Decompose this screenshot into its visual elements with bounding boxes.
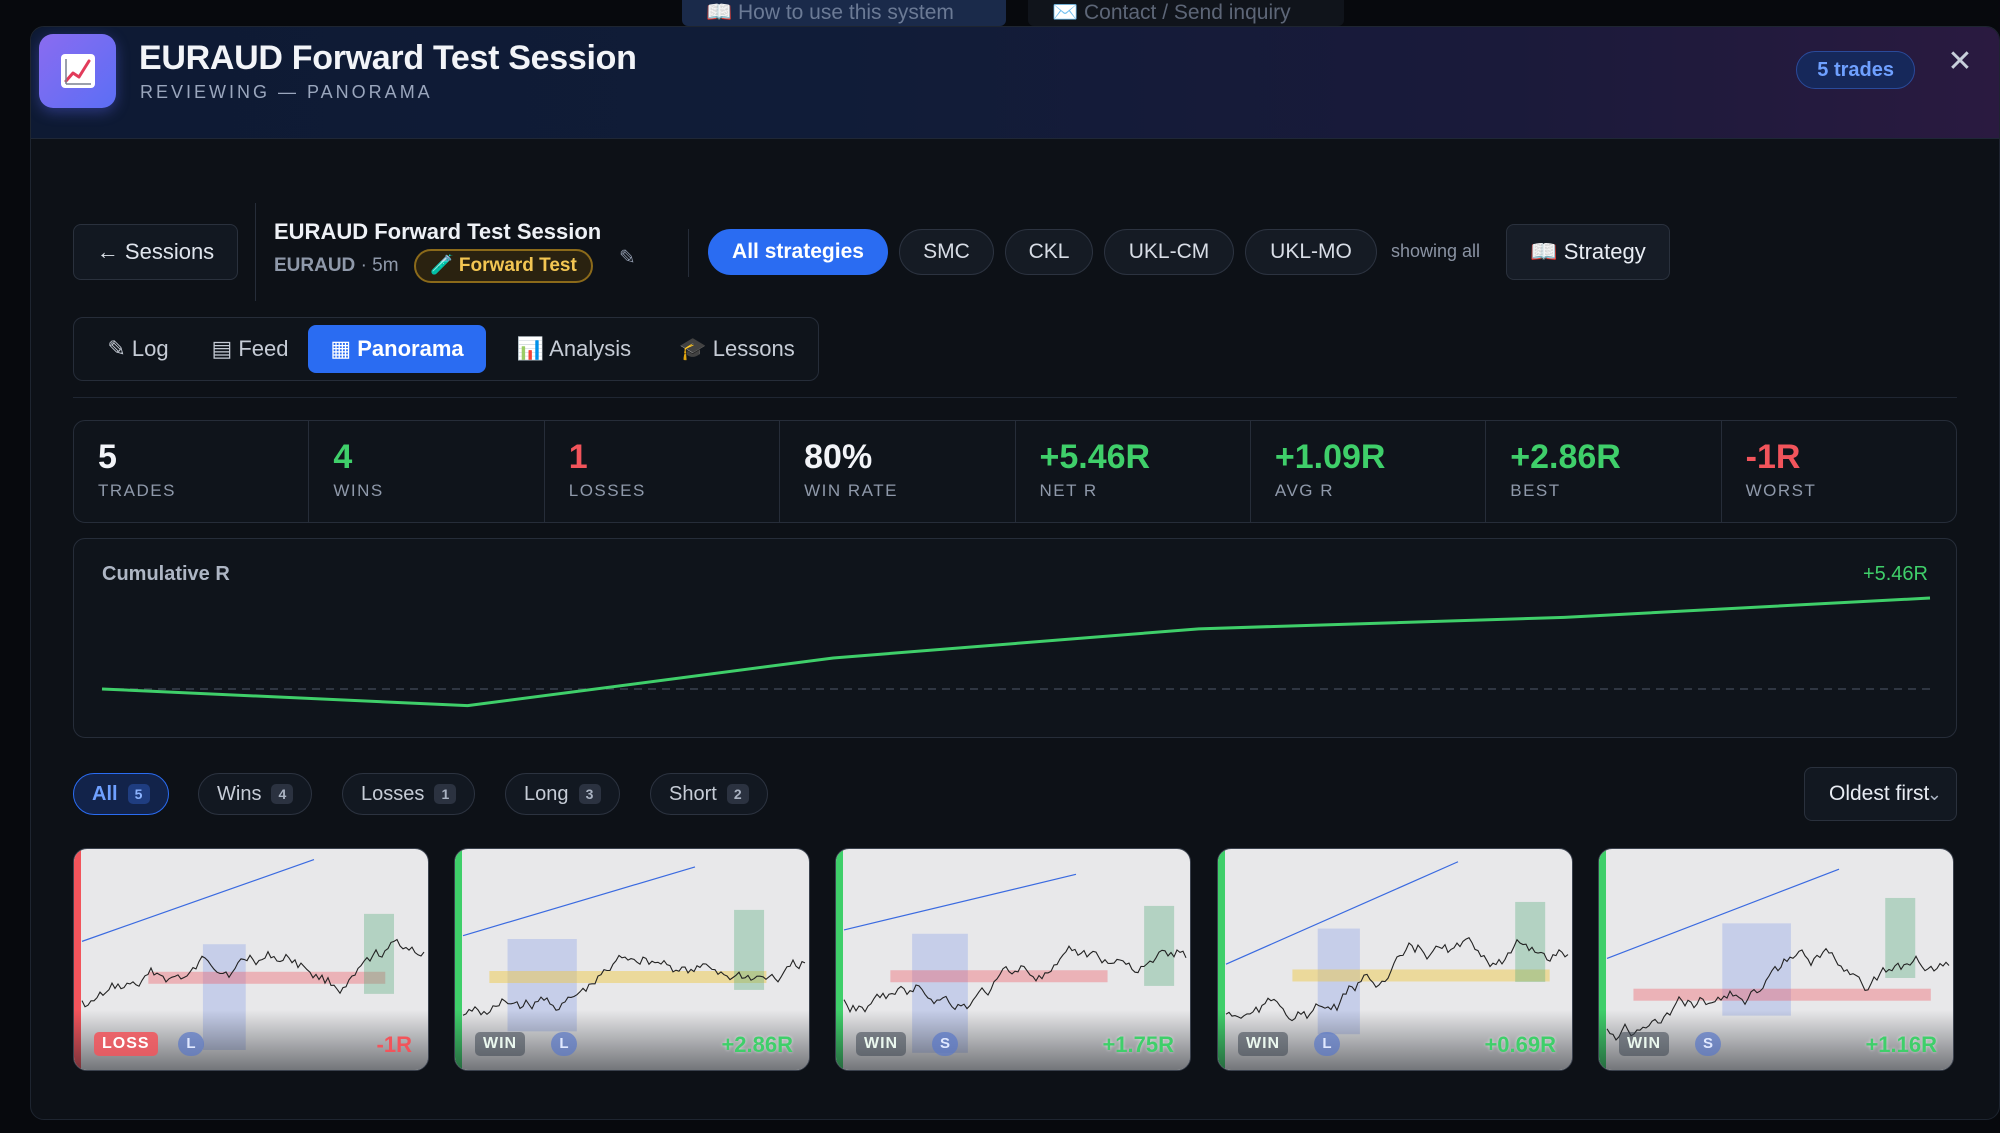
trade-direction-badge: S <box>932 1032 958 1056</box>
stat-value: +2.86R <box>1510 438 1621 476</box>
section-divider <box>73 397 1957 398</box>
trade-r-value: -1R <box>376 1032 412 1057</box>
trade-card[interactable]: WIN L +0.69R <box>1217 848 1573 1071</box>
stat-best: +2.86R BEST <box>1486 421 1722 522</box>
strategy-chip-smc[interactable]: SMC <box>899 229 994 275</box>
chart-icon <box>39 34 116 108</box>
filter-count: 5 <box>127 784 150 804</box>
trade-r-value: +1.75R <box>1102 1032 1174 1057</box>
modal-subtitle: REVIEWING — PANORAMA <box>140 82 433 102</box>
edit-icon[interactable]: ✎ <box>619 245 636 270</box>
trade-result-badge: WIN <box>1238 1032 1289 1056</box>
trade-direction-badge: L <box>551 1032 577 1056</box>
stat-label: BEST <box>1510 481 1561 500</box>
stat-worst: -1R WORST <box>1722 421 1956 522</box>
cumulative-r-chart: Cumulative R +5.46R <box>73 538 1957 738</box>
stat-win-rate: 80% WIN RATE <box>780 421 1016 522</box>
trade-card[interactable]: WIN L +2.86R <box>454 848 810 1071</box>
forward-test-badge: 🧪 Forward Test <box>414 249 593 283</box>
filter-long[interactable]: Long 3 <box>505 773 620 815</box>
trade-r-value: +1.16R <box>1865 1032 1937 1057</box>
divider <box>255 203 256 301</box>
stat-value: 1 <box>568 438 588 476</box>
stat-label: LOSSES <box>568 481 646 500</box>
session-symbol: EURAUD <box>274 255 356 276</box>
back-to-sessions-button[interactable]: ← Sessions <box>73 224 238 280</box>
background-top-bar: 📖 How to use this system ✉️ Contact / Se… <box>0 0 2000 26</box>
session-timeframe: · 5m <box>360 255 399 276</box>
filter-wins[interactable]: Wins 4 <box>198 773 313 815</box>
stat-label: WINS <box>333 481 384 500</box>
stat-value: 4 <box>333 438 353 476</box>
trade-result-badge: WIN <box>475 1032 526 1056</box>
session-meta: EURAUD · 5m <box>274 255 399 277</box>
trade-r-value: +0.69R <box>1484 1032 1556 1057</box>
showing-filter-text: showing all <box>1391 241 1481 261</box>
filter-label: Short <box>669 783 717 805</box>
filter-count: 4 <box>271 784 294 804</box>
filter-label: All <box>92 783 118 805</box>
strategy-chip-all[interactable]: All strategies <box>708 229 888 275</box>
stat-avg-r: +1.09R AVG R <box>1251 421 1487 522</box>
help-link[interactable]: 📖 How to use this system <box>682 0 1006 26</box>
tab-analysis[interactable]: 📊 Analysis <box>494 325 654 373</box>
view-tabs: ✎ Log ▤ Feed ▦ Panorama 📊 Analysis 🎓 Les… <box>73 317 819 381</box>
trade-result-badge: WIN <box>1619 1032 1670 1056</box>
trade-card[interactable]: LOSS L -1R <box>73 848 429 1071</box>
cumulative-r-svg <box>101 596 1931 708</box>
sort-select[interactable]: Oldest first ⌄ <box>1804 767 1957 821</box>
tab-log[interactable]: ✎ Log <box>82 325 194 373</box>
trade-card[interactable]: WIN S +1.16R <box>1598 848 1954 1071</box>
stat-value: +5.46R <box>1039 438 1151 476</box>
trade-card[interactable]: WIN S +1.75R <box>835 848 1191 1071</box>
stat-label: TRADES <box>98 481 176 500</box>
trade-direction-badge: S <box>1695 1032 1721 1056</box>
filter-all[interactable]: All 5 <box>73 773 169 815</box>
stat-value: -1R <box>1745 438 1801 476</box>
trade-result-badge: LOSS <box>94 1032 158 1056</box>
stat-label: AVG R <box>1274 481 1335 500</box>
stat-label: WIN RATE <box>804 481 898 500</box>
strategy-button[interactable]: 📖 Strategy <box>1506 224 1670 280</box>
stat-value: +1.09R <box>1274 438 1386 476</box>
stat-label: WORST <box>1745 481 1817 500</box>
session-name: EURAUD Forward Test Session <box>274 219 602 244</box>
strategy-chip-ukl-cm[interactable]: UKL-CM <box>1104 229 1234 275</box>
stat-label: NET R <box>1039 481 1098 500</box>
close-icon[interactable]: ✕ <box>1943 45 1977 79</box>
stats-bar: 5 TRADES 4 WINS 1 LOSSES 80% WIN RATE +5… <box>73 420 1957 523</box>
tab-panorama[interactable]: ▦ Panorama <box>308 325 486 373</box>
filter-short[interactable]: Short 2 <box>650 773 768 815</box>
stat-value: 80% <box>804 438 873 476</box>
trade-r-value: +2.86R <box>721 1032 793 1057</box>
trade-result-badge: WIN <box>856 1032 907 1056</box>
filter-label: Losses <box>361 783 425 805</box>
modal-header: EURAUD Forward Test Session REVIEWING — … <box>31 27 1999 139</box>
filter-count: 1 <box>434 784 457 804</box>
tab-lessons[interactable]: 🎓 Lessons <box>662 325 812 373</box>
session-modal: EURAUD Forward Test Session REVIEWING — … <box>30 26 2000 1120</box>
trade-direction-badge: L <box>178 1032 204 1056</box>
tab-feed[interactable]: ▤ Feed <box>198 325 302 373</box>
sort-selected: Oldest first <box>1829 782 1930 805</box>
modal-title: EURAUD Forward Test Session <box>139 39 637 77</box>
stat-net-r: +5.46R NET R <box>1016 421 1251 522</box>
stat-losses: 1 LOSSES <box>545 421 781 522</box>
filter-label: Long <box>524 783 569 805</box>
trade-direction-badge: L <box>1314 1032 1340 1056</box>
trades-count-badge: 5 trades <box>1796 51 1915 89</box>
filter-losses[interactable]: Losses 1 <box>342 773 476 815</box>
strategy-chip-ckl[interactable]: CKL <box>1005 229 1093 275</box>
strategy-chip-ukl-mo[interactable]: UKL-MO <box>1245 229 1377 275</box>
filter-count: 3 <box>578 784 601 804</box>
stat-trades: 5 TRADES <box>74 421 310 522</box>
divider <box>688 229 689 277</box>
filter-label: Wins <box>217 783 262 805</box>
stat-wins: 4 WINS <box>309 421 545 522</box>
contact-link[interactable]: ✉️ Contact / Send inquiry <box>1028 0 1344 26</box>
chevron-down-icon: ⌄ <box>1926 784 1942 804</box>
stat-value: 5 <box>98 438 117 476</box>
filter-count: 2 <box>726 784 749 804</box>
